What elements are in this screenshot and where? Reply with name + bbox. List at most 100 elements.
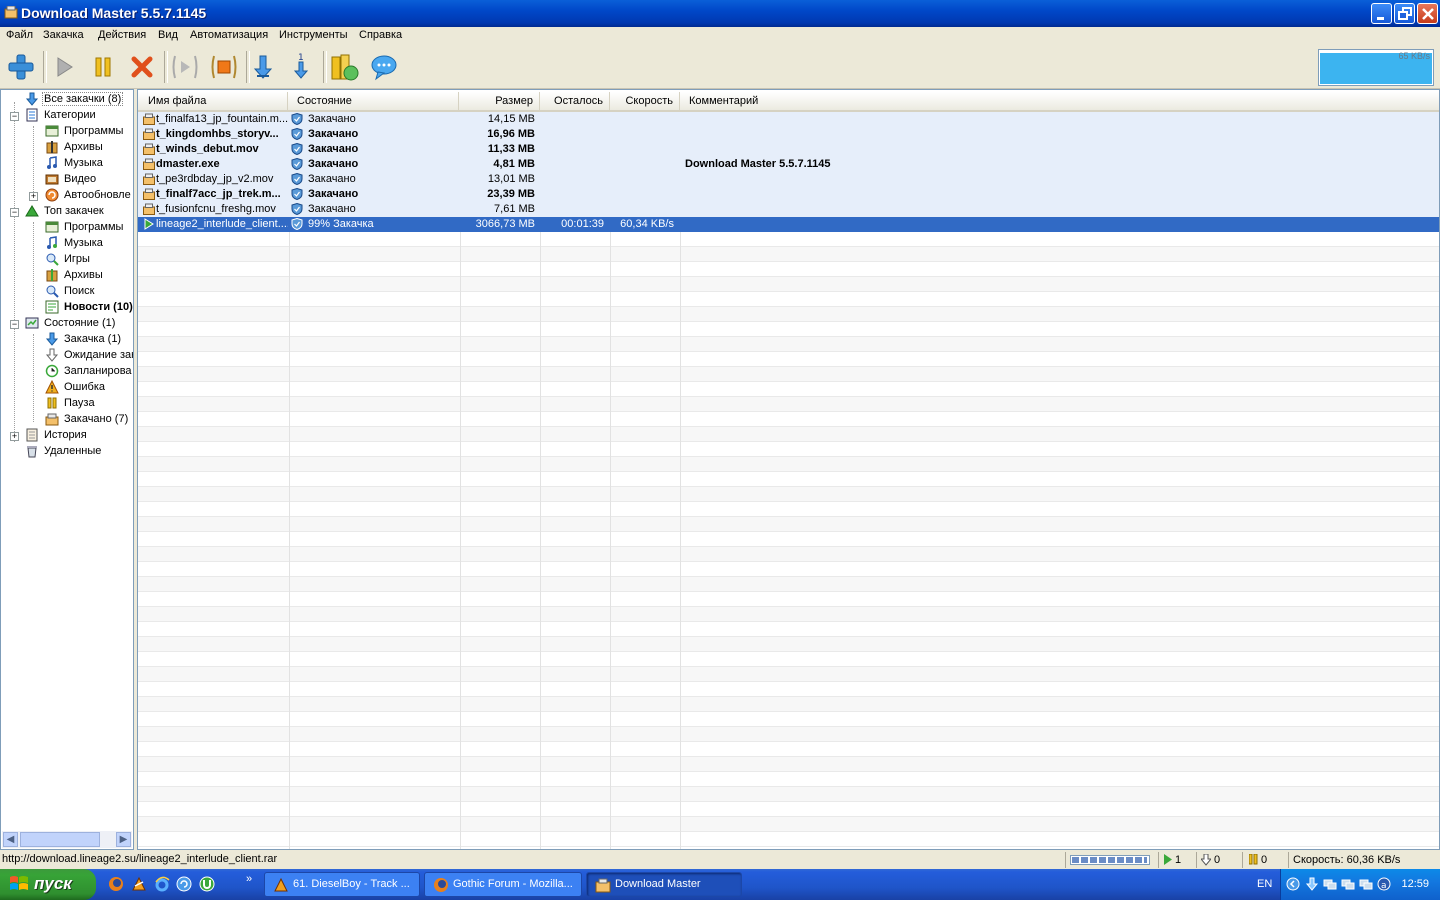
network-icon[interactable] <box>1359 877 1373 891</box>
column-header-name[interactable]: Имя файла <box>138 92 288 110</box>
cell-comment <box>685 112 1385 127</box>
table-row[interactable]: t_finalfa13_jp_fountain.m... Закачано 14,1… <box>138 112 1439 127</box>
cell-remaining: 00:01:39 <box>561 218 604 230</box>
download-one-button[interactable]: 1 <box>285 51 317 83</box>
cell-name: t_kingdomhbs_storyv... <box>156 128 279 140</box>
table-row[interactable]: t_kingdomhbs_storyv... Закачано 16,96 MB <box>138 127 1439 142</box>
downloading-icon <box>144 218 154 230</box>
scroll-thumb[interactable] <box>20 832 100 847</box>
tree-expand-toggle[interactable]: + <box>10 432 19 441</box>
scroll-left-arrow[interactable]: ◀ <box>3 832 18 847</box>
menu-view[interactable]: Вид <box>158 29 178 41</box>
tree-line <box>33 126 34 198</box>
add-download-button[interactable] <box>5 51 37 83</box>
start-icon <box>57 57 73 77</box>
tree-collapse-toggle[interactable]: − <box>10 320 19 329</box>
pause-button[interactable] <box>87 51 119 83</box>
start-button[interactable] <box>48 51 80 83</box>
cell-name: lineage2_interlude_client.... <box>156 218 288 230</box>
column-header-remaining[interactable]: Осталось <box>540 92 610 110</box>
cell-speed <box>611 112 674 127</box>
cell-comment: Download Master 5.5.7.1145 <box>685 158 831 170</box>
grid-row <box>138 577 1439 592</box>
cell-state: Закачано <box>308 143 359 155</box>
tray-collapse-icon[interactable] <box>1286 877 1300 891</box>
music-icon <box>47 156 57 169</box>
menu-automation[interactable]: Автоматизация <box>190 29 268 41</box>
cell-name: t_pe3rdbday_jp_v2.mov <box>156 173 274 185</box>
move-down-button[interactable] <box>247 51 279 83</box>
menu-download[interactable]: Закачка <box>43 29 84 41</box>
status-paused-count: 0 <box>1261 854 1268 866</box>
cell-speed: 60,34 KB/s <box>620 218 674 230</box>
system-tray: a 12:59 <box>1280 869 1440 900</box>
column-header-state[interactable]: Состояние <box>288 92 459 110</box>
state-shield-icon <box>291 128 303 140</box>
menu-help[interactable]: Справка <box>359 29 402 41</box>
utorrent-icon[interactable] <box>199 876 215 892</box>
cell-comment <box>685 127 1385 142</box>
taskbar-item-winamp[interactable]: 61. DieselBoy - Track ... <box>264 872 420 897</box>
start-button[interactable]: пуск <box>0 869 96 900</box>
menu-bar: Файл Закачка Действия Вид Автоматизация … <box>0 27 1440 45</box>
close-button[interactable] <box>1417 3 1438 24</box>
stop-all-button[interactable] <box>208 51 240 83</box>
download-one-icon: 1 <box>293 53 309 79</box>
taskbar-item-firefox[interactable]: Gothic Forum - Mozilla... <box>424 872 582 897</box>
winamp-icon[interactable] <box>131 876 147 892</box>
cell-size: 23,39 MB <box>487 188 535 200</box>
minimize-button[interactable] <box>1371 3 1392 24</box>
tree-horizontal-scrollbar[interactable]: ◀ ▶ <box>2 831 132 848</box>
menu-tools[interactable]: Инструменты <box>279 29 348 41</box>
chat-button[interactable] <box>368 51 400 83</box>
scheduler-button[interactable] <box>328 51 360 83</box>
column-header-speed[interactable]: Скорость <box>610 92 680 110</box>
delete-button[interactable] <box>126 51 158 83</box>
grid-row <box>138 277 1439 292</box>
grid-row <box>138 817 1439 832</box>
menu-file[interactable]: Файл <box>6 29 33 41</box>
completed-file-icon <box>143 128 155 140</box>
grid-row <box>138 547 1439 562</box>
tree-collapse-toggle[interactable]: − <box>10 112 19 121</box>
network-icon[interactable] <box>1341 877 1355 891</box>
network-icon[interactable] <box>1323 877 1337 891</box>
pause-icon <box>95 57 111 77</box>
tree-expand-toggle[interactable]: + <box>29 192 38 201</box>
start-all-button[interactable] <box>169 51 201 83</box>
tree-collapse-toggle[interactable]: − <box>10 208 19 217</box>
cell-comment <box>685 202 1385 217</box>
cell-size: 7,61 MB <box>494 203 535 215</box>
completed-file-icon <box>143 113 155 125</box>
status-bar: http://download.lineage2.su/lineage2_int… <box>0 851 1440 869</box>
table-row[interactable]: t_pe3rdbday_jp_v2.mov Закачано 13,01 MB <box>138 172 1439 187</box>
menu-actions[interactable]: Действия <box>98 29 146 41</box>
speed-graph: 65 KB/s <box>1318 49 1434 86</box>
grid-row <box>138 472 1439 487</box>
antivirus-icon[interactable]: a <box>1377 877 1391 891</box>
column-header-comment[interactable]: Комментарий <box>680 92 1439 110</box>
table-row[interactable]: t_finalf7acc_jp_trek.m... Закачано 23,39 M… <box>138 187 1439 202</box>
column-header-size[interactable]: Размер <box>459 92 540 110</box>
cell-size: 16,96 MB <box>487 128 535 140</box>
cell-size: 13,01 MB <box>487 173 535 185</box>
table-row[interactable]: dmaster.exe Закачано 4,81 MB Download Maste… <box>138 157 1439 172</box>
quicklaunch-overflow-icon[interactable]: » <box>246 873 252 885</box>
state-shield-icon <box>291 218 303 230</box>
refresh-icon[interactable] <box>176 876 192 892</box>
table-row[interactable]: t_fusionfcnu_freshg.mov Закачано 7,61 MB <box>138 202 1439 217</box>
restore-button[interactable] <box>1394 3 1415 24</box>
download-master-tray-icon[interactable] <box>1305 877 1319 891</box>
scroll-right-arrow[interactable]: ▶ <box>116 832 131 847</box>
table-row[interactable]: lineage2_interlude_client.... 99% Закачка… <box>138 217 1439 232</box>
grid-row <box>138 532 1439 547</box>
completed-file-icon <box>143 173 155 185</box>
internet-explorer-icon[interactable] <box>154 876 170 892</box>
state-shield-icon <box>291 113 303 125</box>
table-row[interactable]: t_winds_debut.mov Закачано 11,33 MB <box>138 142 1439 157</box>
language-indicator[interactable]: EN <box>1257 878 1272 890</box>
taskbar-item-download-master[interactable]: Download Master <box>586 872 742 897</box>
completed-file-icon <box>143 203 155 215</box>
firefox-icon[interactable] <box>108 876 124 892</box>
cell-remaining <box>541 112 604 127</box>
